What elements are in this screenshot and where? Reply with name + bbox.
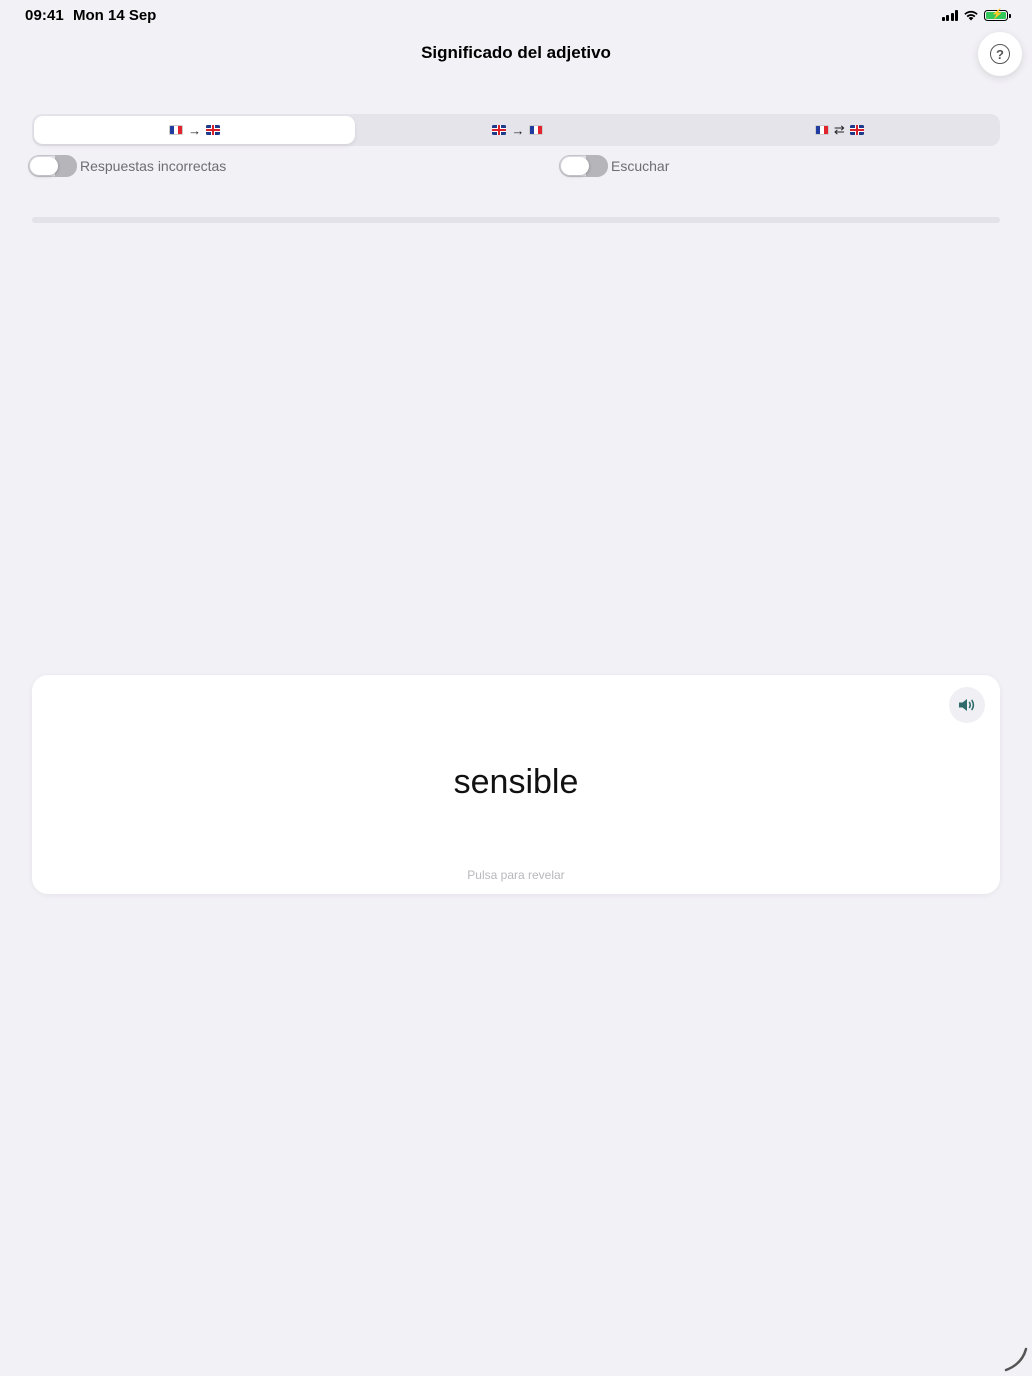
cellular-signal-icon	[941, 9, 958, 21]
listen-toggle[interactable]	[559, 155, 608, 177]
card-word: sensible	[453, 763, 579, 801]
arrow-right-icon: →	[511, 122, 525, 138]
corner-grabber-icon	[1004, 1347, 1028, 1372]
uk-flag-icon	[849, 125, 864, 135]
fr-flag-icon	[529, 125, 544, 135]
wrong-answers-toggle[interactable]	[28, 155, 77, 177]
status-time: 09:41	[25, 7, 64, 24]
help-button[interactable]: ?	[978, 32, 1022, 76]
direction-segmented-control: → → ⇄	[32, 114, 1000, 146]
page-title: Significado del adjetivo	[421, 43, 611, 62]
listen-label: Escuchar	[611, 158, 670, 174]
wrong-answers-label: Respuestas incorrectas	[80, 158, 227, 174]
arrow-right-icon: →	[188, 122, 202, 138]
progress-bar	[32, 217, 1000, 223]
tap-to-reveal-hint: Pulsa para revelar	[467, 868, 565, 882]
flashcard[interactable]: sensible Pulsa para revelar	[32, 675, 1000, 894]
status-bar: 09:41 Mon 14 Sep ⚡	[0, 0, 1032, 32]
uk-flag-icon	[206, 125, 221, 135]
fr-flag-icon	[169, 125, 184, 135]
tab-both-directions[interactable]: ⇄	[679, 114, 1000, 146]
speaker-icon	[959, 699, 975, 711]
wrong-answers-option: Respuestas incorrectas	[28, 155, 226, 177]
question-circle-icon: ?	[990, 44, 1010, 64]
speak-button[interactable]	[949, 687, 985, 723]
tab-en-to-fr[interactable]: →	[357, 114, 678, 146]
uk-flag-icon	[492, 125, 507, 135]
status-icons: ⚡	[941, 9, 1011, 21]
wifi-icon	[964, 10, 978, 21]
swap-arrows-icon: ⇄	[833, 122, 845, 137]
fr-flag-icon	[814, 125, 829, 135]
battery-icon: ⚡	[984, 9, 1011, 21]
listen-option: Escuchar	[559, 155, 669, 177]
tab-fr-to-en[interactable]: →	[34, 116, 356, 144]
status-date: Mon 14 Sep	[73, 7, 157, 24]
